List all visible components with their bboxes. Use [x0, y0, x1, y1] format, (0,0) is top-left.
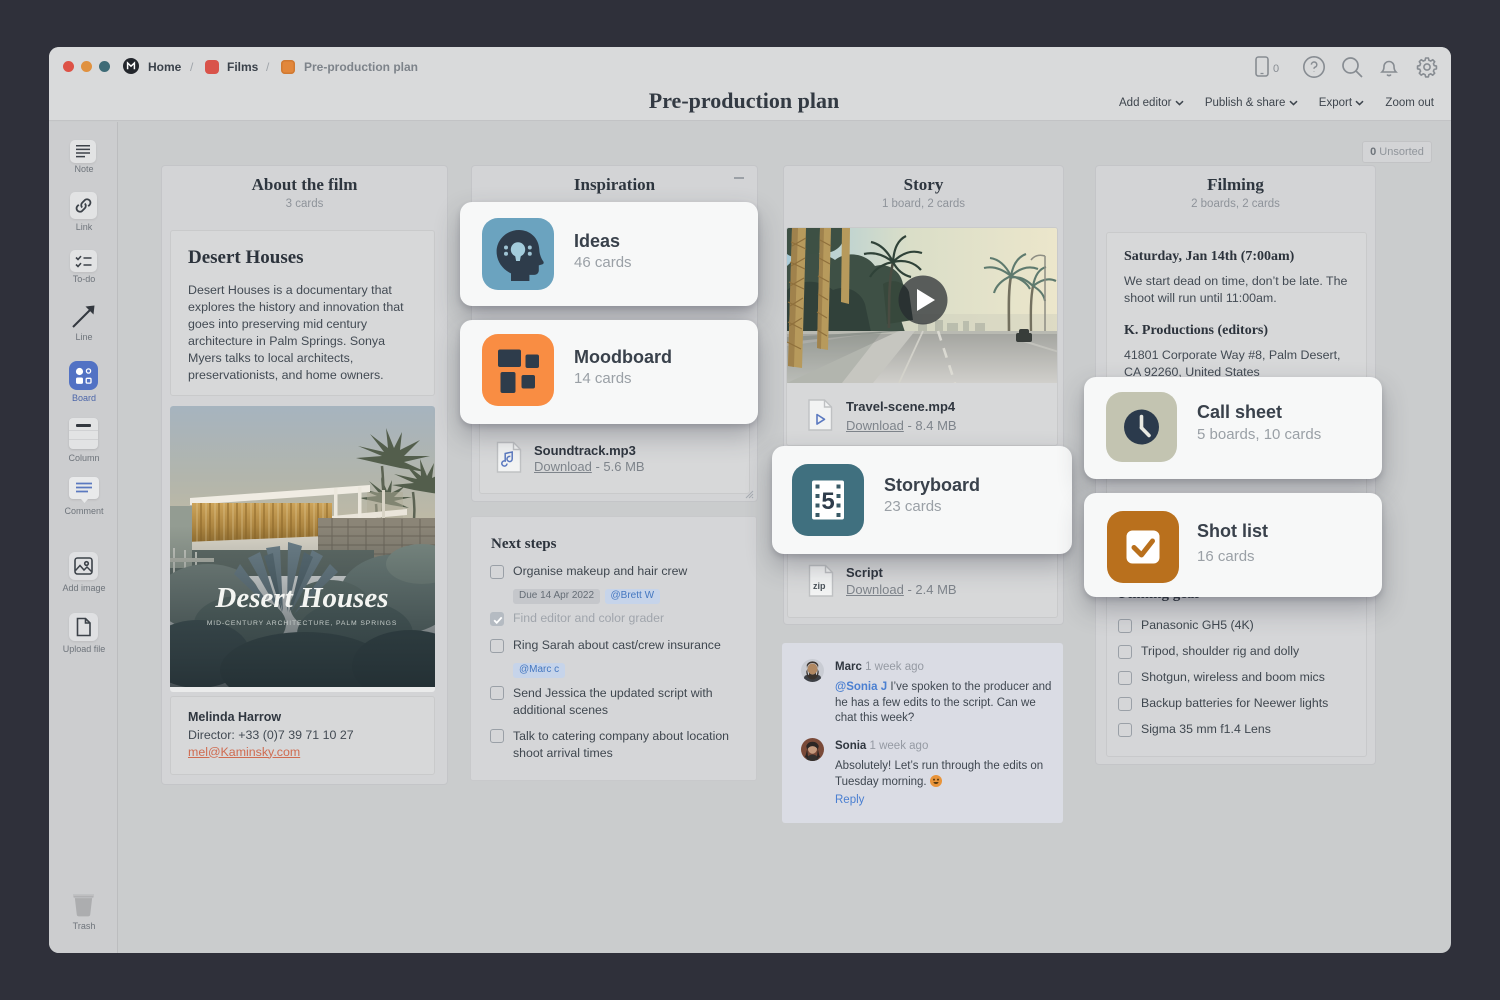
svg-text:MID-CENTURY ARCHITECTURE, PALM: MID-CENTURY ARCHITECTURE, PALM SPRINGS: [207, 620, 398, 627]
svg-text:5: 5: [821, 488, 834, 515]
svg-text:zip: zip: [813, 581, 826, 591]
svg-text:0: 0: [1273, 63, 1279, 75]
svg-text:Desert Houses: Desert Houses: [214, 582, 388, 614]
